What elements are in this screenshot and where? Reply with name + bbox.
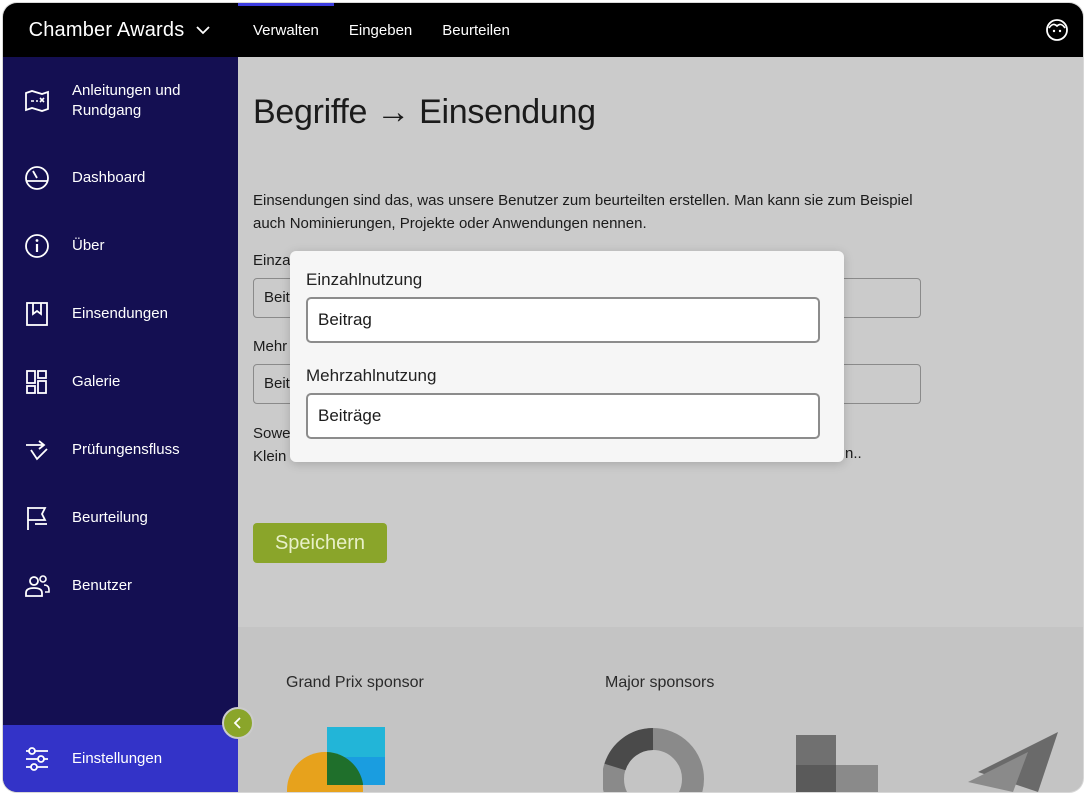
sidebar-item-label: Galerie [72, 373, 121, 390]
sidebar-item-guides[interactable]: Anleitungen und Rundgang [3, 71, 238, 131]
brand-name: Chamber Awards [28, 18, 185, 41]
map-icon [23, 87, 51, 115]
sidebar-item-submissions[interactable]: Einsendungen [3, 299, 238, 329]
chevron-down-icon [196, 26, 211, 35]
collapse-sidebar-button[interactable] [222, 707, 254, 739]
sidebar-item-label: Beurteilung [72, 509, 148, 526]
flow-icon [23, 436, 51, 464]
nav-verwalten[interactable]: Verwalten [238, 3, 334, 57]
sidebar-item-label: Prüfungensfluss [72, 441, 180, 458]
terms-modal: Einzahlnutzung Mehrzahlnutzung [290, 251, 844, 462]
sponsor-footer: Grand Prix sponsor Major sponsors [238, 627, 1083, 792]
grand-prix-sponsor-label: Grand Prix sponsor [286, 674, 424, 691]
users-icon [23, 572, 51, 600]
nav-beurteilen[interactable]: Beurteilen [427, 3, 525, 57]
flag-icon [23, 504, 51, 532]
major-sponsor-logo-ring [603, 728, 704, 792]
grand-prix-sponsor-logo [287, 727, 385, 792]
chevron-left-icon [233, 717, 241, 729]
save-button[interactable]: Speichern [253, 523, 387, 563]
top-nav: Verwalten Eingeben Beurteilen [238, 3, 525, 57]
user-avatar-icon[interactable] [1045, 18, 1069, 42]
singular-usage-input[interactable] [306, 297, 820, 343]
nav-label: Verwalten [253, 21, 319, 39]
sidebar-item-about[interactable]: Über [3, 231, 238, 261]
top-bar: Chamber Awards Verwalten Eingeben Beurte… [3, 3, 1083, 57]
sliders-icon [26, 747, 48, 771]
singular-label-background: Einza [253, 252, 291, 269]
major-sponsor-logo-blocks [796, 735, 878, 792]
sidebar-item-gallery[interactable]: Galerie [3, 367, 238, 397]
sidebar-item-dashboard[interactable]: Dashboard [3, 163, 238, 193]
page-title: Begriffe → Einsendung [253, 93, 596, 131]
sidebar-item-label: Dashboard [72, 169, 146, 186]
bookmark-icon [23, 300, 51, 328]
note-tail: n.. [845, 445, 862, 462]
sidebar-item-label: Über [72, 237, 105, 254]
sidebar: Anleitungen und Rundgang Dashboard Über … [3, 57, 238, 792]
intro-text: Einsendungen sind das, was unsere Benutz… [253, 192, 913, 232]
gallery-icon [23, 368, 51, 396]
brand-switcher[interactable]: Chamber Awards [3, 3, 238, 57]
singular-usage-label: Einzahlnutzung [306, 270, 423, 289]
app-window: Chamber Awards Verwalten Eingeben Beurte… [3, 3, 1083, 792]
plural-label-background: Mehr [253, 338, 288, 355]
sidebar-item-judging[interactable]: Beurteilung [3, 503, 238, 533]
sidebar-item-review-flow[interactable]: Prüfungensfluss [3, 435, 238, 465]
sidebar-item-label: Benutzer [72, 577, 133, 594]
plural-usage-label: Mehrzahlnutzung [306, 366, 437, 385]
gauge-icon [23, 164, 51, 192]
info-icon [23, 232, 51, 260]
nav-label: Eingeben [348, 21, 413, 39]
sidebar-item-label: Einsendungen [72, 305, 168, 322]
nav-label: Beurteilen [442, 21, 510, 39]
nav-eingeben[interactable]: Eingeben [334, 3, 427, 57]
sidebar-item-settings[interactable]: Einstellungen [3, 725, 238, 792]
sidebar-item-label: Einstellungen [72, 750, 163, 767]
sidebar-item-label: Anleitungen und Rundgang [72, 82, 181, 119]
sidebar-item-users[interactable]: Benutzer [3, 571, 238, 601]
plural-usage-input[interactable] [306, 393, 820, 439]
major-sponsors-label: Major sponsors [605, 674, 715, 691]
major-sponsor-logo-arrows [968, 732, 1058, 792]
